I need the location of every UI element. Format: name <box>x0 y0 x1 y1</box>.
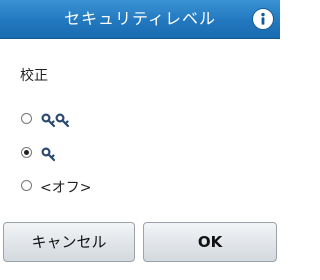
single-key-icon <box>41 147 56 162</box>
double-key-icon <box>41 113 70 128</box>
option-off-label: <オフ> <box>40 180 92 196</box>
section-label: 校正 <box>20 68 48 84</box>
page-title: セキュリティレベル <box>63 9 217 28</box>
radio-button-selected[interactable] <box>21 147 32 158</box>
option-low-security[interactable] <box>18 143 218 165</box>
option-off[interactable]: <オフ> <box>18 176 218 198</box>
info-button[interactable] <box>252 8 274 30</box>
radio-button[interactable] <box>21 113 32 124</box>
info-icon <box>261 12 265 25</box>
cancel-button[interactable]: キャンセル <box>3 222 135 262</box>
radio-button[interactable] <box>21 180 32 191</box>
option-high-security[interactable] <box>18 109 218 131</box>
security-level-dialog: セキュリティレベル 校正 <オフ> キャンセル OK <box>0 0 280 280</box>
ok-button[interactable]: OK <box>143 222 277 262</box>
